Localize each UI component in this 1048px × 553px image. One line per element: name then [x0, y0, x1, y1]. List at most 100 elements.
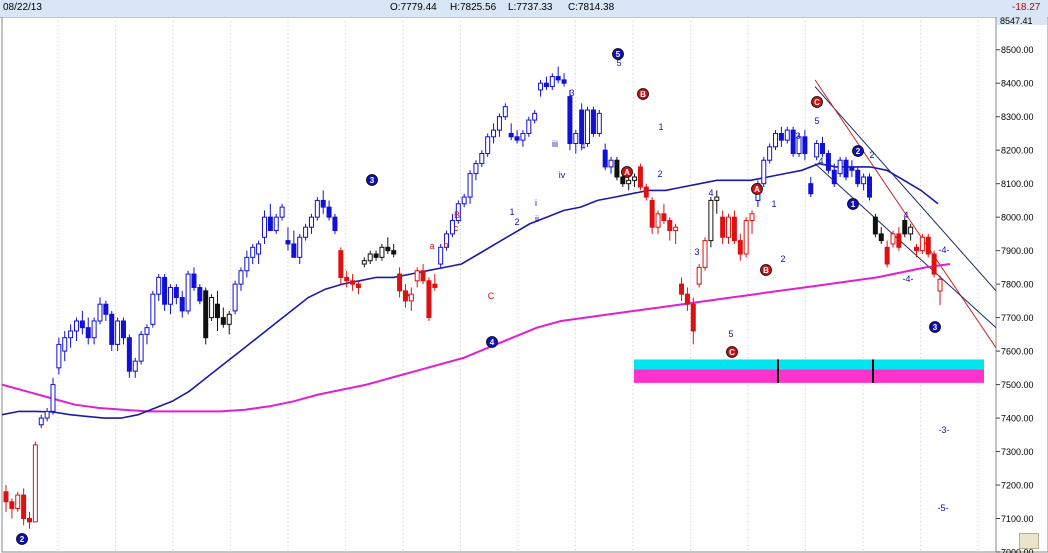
candle-body: [132, 360, 138, 372]
wave-marker-label: B: [763, 266, 769, 275]
candle-body: [696, 266, 702, 285]
candle-body: [103, 303, 109, 315]
candle-body: [56, 343, 62, 369]
candle-body: [808, 183, 814, 195]
candle-body: [485, 136, 491, 155]
candle-body: [937, 278, 943, 292]
wave-label: 5: [814, 116, 819, 126]
candle-body: [244, 256, 250, 272]
plot-area: [1, 17, 997, 553]
candle-body: [702, 240, 708, 268]
candle-body: [596, 112, 602, 134]
wave-label: 4: [903, 210, 908, 220]
candle-body: [256, 243, 262, 255]
candle-body: [9, 501, 15, 509]
wave-label: b: [443, 240, 448, 250]
candle-body: [73, 320, 79, 332]
candle-body: [32, 444, 38, 523]
candle-body: [438, 246, 444, 265]
candle-body: [332, 216, 338, 232]
open-label: O:7779.44: [390, 2, 437, 13]
candle-body: [232, 283, 238, 312]
candle-body: [673, 226, 679, 232]
candle-body: [684, 293, 690, 305]
candle-body: [579, 109, 585, 144]
wave-label: C: [488, 291, 495, 301]
candle-body: [420, 270, 426, 282]
candle-body: [737, 240, 743, 255]
wave-label: -3-: [939, 425, 950, 435]
candle-body: [367, 253, 373, 262]
target-zone-cyan: [634, 359, 984, 370]
candle-body: [919, 236, 925, 252]
y-tick-label: 8000.00: [1001, 213, 1034, 223]
candle-body: [526, 119, 532, 134]
candle-body: [62, 337, 68, 352]
candle-body: [602, 149, 608, 168]
candle-body: [373, 253, 379, 258]
candle-body: [126, 337, 132, 372]
wave-label: 1: [771, 199, 776, 209]
candle-body: [50, 384, 56, 412]
high-label: H:7825.56: [450, 2, 497, 13]
wave-label: 5: [616, 58, 621, 68]
wave-label: -4-: [903, 274, 914, 284]
wave-marker-label: 3: [933, 323, 938, 332]
candle-body: [138, 333, 144, 362]
resize-grip-icon[interactable]: [1019, 533, 1039, 549]
candle-body: [849, 166, 855, 171]
candle-body: [97, 303, 103, 322]
candle-body: [467, 173, 473, 198]
candle-body: [15, 494, 21, 509]
candle-body: [461, 196, 467, 205]
candle-body: [279, 206, 285, 218]
candle-body: [878, 233, 884, 242]
candle-body: [508, 132, 514, 138]
wave-label: B: [454, 210, 460, 220]
candle-body: [385, 246, 391, 252]
target-zone-magenta: [634, 369, 984, 383]
candle-body: [273, 216, 279, 232]
wave-label: 3: [694, 247, 699, 257]
candle-body: [162, 276, 168, 305]
y-tick-label: 8400.00: [1001, 79, 1034, 89]
candle-body: [391, 250, 397, 255]
candle-body: [884, 246, 890, 265]
change-value: -18.27: [1012, 2, 1041, 13]
candle-body: [820, 142, 826, 155]
candle-body: [238, 270, 244, 285]
wave-label: 2: [657, 169, 662, 179]
candle-body: [303, 226, 309, 238]
candle-body: [761, 159, 767, 185]
wave-label: 5: [728, 329, 733, 339]
wave-marker-label: A: [754, 185, 760, 194]
candle-body: [825, 153, 831, 171]
candle-body: [291, 243, 297, 258]
candle-body: [837, 159, 843, 175]
wave-label: c: [454, 223, 459, 233]
candle-body: [214, 303, 220, 319]
candle-body: [925, 236, 931, 255]
candle-body: [38, 417, 44, 426]
candle-body: [297, 236, 303, 258]
candle-body: [714, 196, 720, 201]
candle-body: [655, 213, 661, 228]
y-tick-label: 8300.00: [1001, 112, 1034, 122]
candle-body: [109, 313, 115, 345]
candle-body: [432, 283, 438, 288]
candle-body: [355, 283, 361, 288]
chart-date: 08/22/13: [3, 2, 42, 13]
candle-body: [855, 169, 861, 185]
candle-body: [21, 494, 27, 520]
candle-body: [203, 290, 209, 339]
wave-label: a: [429, 241, 434, 251]
wave-label: 1: [509, 207, 514, 217]
wave-label: 2: [514, 217, 519, 227]
candle-body: [649, 199, 655, 228]
candle-body: [590, 109, 596, 134]
candle-body: [26, 518, 32, 523]
y-tick-label: 8500.00: [1001, 45, 1034, 55]
wave-marker-label: 3: [370, 176, 375, 185]
candle-body: [91, 320, 97, 339]
candle-body: [902, 220, 908, 235]
